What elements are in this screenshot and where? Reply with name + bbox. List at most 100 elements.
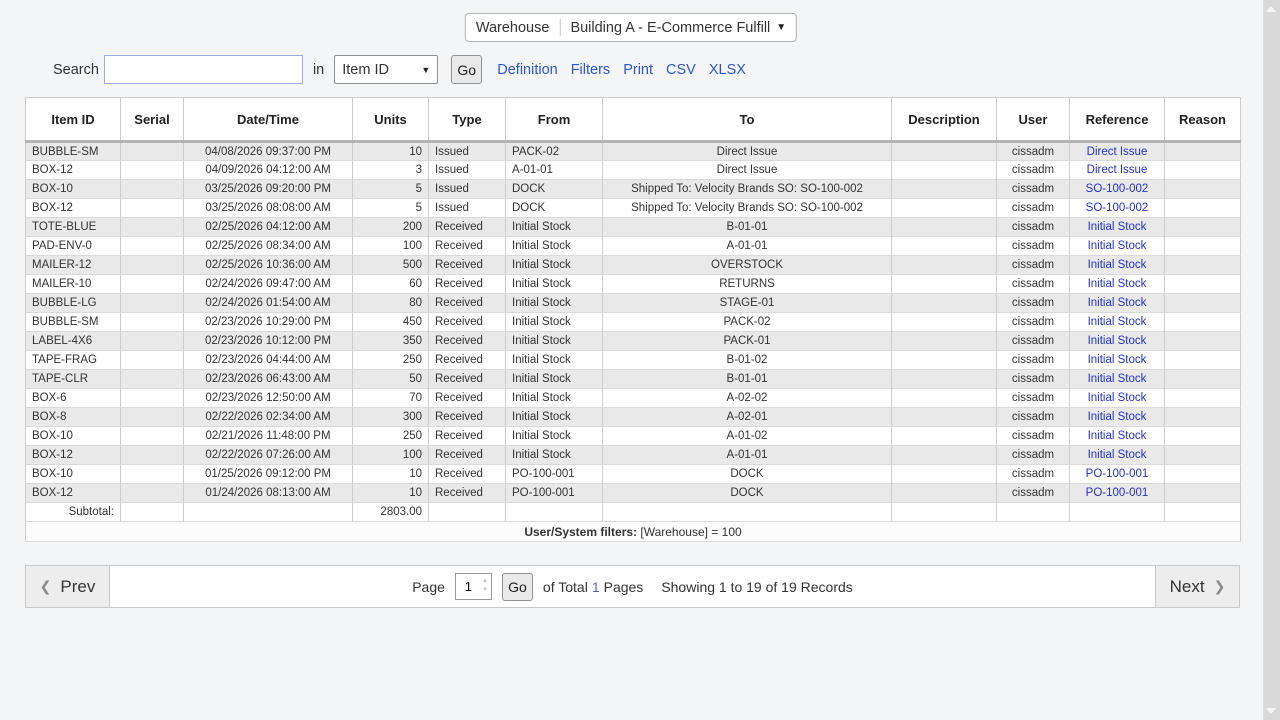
cell-units: 5	[353, 199, 429, 218]
cell-reason	[1165, 313, 1241, 332]
warehouse-selector[interactable]: Warehouse Building A - E-Commerce Fulfil…	[465, 13, 797, 42]
cell-item_id: BOX-8	[26, 408, 121, 427]
cell-reference: Initial Stock	[1070, 389, 1165, 408]
cell-from: Initial Stock	[506, 237, 603, 256]
cell-user: cissadm	[997, 351, 1070, 370]
cell-description	[892, 218, 997, 237]
reference-link[interactable]: Initial Stock	[1088, 392, 1147, 404]
cell-type: Issued	[429, 199, 506, 218]
scrollbar-down-icon[interactable]	[1266, 708, 1276, 714]
reference-link[interactable]: SO-100-002	[1086, 202, 1149, 214]
cell-type: Received	[429, 332, 506, 351]
cell-units: 3	[353, 161, 429, 180]
cell-description	[892, 256, 997, 275]
reference-link[interactable]: Initial Stock	[1088, 221, 1147, 233]
chevron-left-icon: ❮	[40, 578, 52, 595]
cell-datetime: 02/25/2026 08:34:00 AM	[184, 237, 353, 256]
xlsx-link[interactable]: XLSX	[709, 62, 746, 78]
reference-link[interactable]: SO-100-002	[1086, 183, 1149, 195]
stepper-arrows[interactable]: ▲ ▼	[482, 578, 488, 593]
reference-link[interactable]: Direct Issue	[1087, 146, 1148, 158]
cell-type: Received	[429, 465, 506, 484]
cell-reference: Initial Stock	[1070, 332, 1165, 351]
filters-link[interactable]: Filters	[571, 62, 610, 78]
subtotal-datetime-cell	[184, 503, 353, 522]
cell-user: cissadm	[997, 313, 1070, 332]
table-row: TOTE-BLUE02/25/2026 04:12:00 AM200Receiv…	[26, 218, 1241, 237]
cell-reference: Initial Stock	[1070, 218, 1165, 237]
cell-type: Issued	[429, 142, 506, 161]
cell-reason	[1165, 256, 1241, 275]
reference-link[interactable]: Initial Stock	[1088, 373, 1147, 385]
column-header-reason: Reason	[1165, 98, 1241, 142]
cell-from: A-01-01	[506, 161, 603, 180]
print-link[interactable]: Print	[623, 62, 653, 78]
page-go-button[interactable]: Go	[502, 573, 533, 601]
table-body: BUBBLE-SM04/08/2026 09:37:00 PM10IssuedP…	[26, 142, 1241, 503]
prev-button[interactable]: ❮ Prev	[26, 566, 110, 607]
column-header-item-id: Item ID	[26, 98, 121, 142]
reference-link[interactable]: Initial Stock	[1088, 297, 1147, 309]
cell-reason	[1165, 180, 1241, 199]
cell-reason	[1165, 142, 1241, 161]
cell-units: 80	[353, 294, 429, 313]
cell-to: B-01-01	[603, 370, 892, 389]
subtotal-row: Subtotal: 2803.00	[26, 503, 1241, 522]
column-header-to: To	[603, 98, 892, 142]
vertical-scrollbar[interactable]	[1263, 0, 1280, 720]
search-go-button[interactable]: Go	[451, 55, 482, 84]
cell-from: Initial Stock	[506, 256, 603, 275]
cell-from: Initial Stock	[506, 218, 603, 237]
cell-serial	[121, 161, 184, 180]
cell-to: B-01-02	[603, 351, 892, 370]
cell-reference: Initial Stock	[1070, 446, 1165, 465]
cell-from: Initial Stock	[506, 427, 603, 446]
reference-link[interactable]: Initial Stock	[1088, 278, 1147, 290]
cell-serial	[121, 446, 184, 465]
table-row: BOX-1203/25/2026 08:08:00 AM5IssuedDOCKS…	[26, 199, 1241, 218]
cell-item_id: MAILER-12	[26, 256, 121, 275]
cell-reference: Initial Stock	[1070, 256, 1165, 275]
page-number-stepper[interactable]: ▲ ▼	[455, 573, 492, 600]
reference-link[interactable]: Initial Stock	[1088, 449, 1147, 461]
cell-reference: Initial Stock	[1070, 408, 1165, 427]
reference-link[interactable]: Initial Stock	[1088, 240, 1147, 252]
prev-label: Prev	[60, 577, 95, 597]
definition-link[interactable]: Definition	[497, 62, 557, 78]
reference-link[interactable]: Initial Stock	[1088, 316, 1147, 328]
cell-reference: Direct Issue	[1070, 161, 1165, 180]
cell-datetime: 01/24/2026 08:13:00 AM	[184, 484, 353, 503]
cell-type: Received	[429, 370, 506, 389]
search-field-select[interactable]: Item ID ▼	[334, 55, 438, 84]
cell-item_id: MAILER-10	[26, 275, 121, 294]
cell-to: DOCK	[603, 484, 892, 503]
column-header-units: Units	[353, 98, 429, 142]
reference-link[interactable]: Initial Stock	[1088, 259, 1147, 271]
total-pages-value: 1	[592, 579, 600, 595]
reference-link[interactable]: PO-100-001	[1086, 468, 1149, 480]
transactions-table: Item ID Serial Date/Time Units Type From…	[25, 97, 1241, 542]
cell-reason	[1165, 199, 1241, 218]
stepper-down-icon[interactable]: ▼	[482, 587, 488, 593]
column-header-datetime: Date/Time	[184, 98, 353, 142]
csv-link[interactable]: CSV	[666, 62, 696, 78]
cell-reference: PO-100-001	[1070, 484, 1165, 503]
next-button[interactable]: Next ❯	[1155, 566, 1239, 607]
reference-link[interactable]: Initial Stock	[1088, 411, 1147, 423]
reference-link[interactable]: Initial Stock	[1088, 354, 1147, 366]
scrollbar-up-icon[interactable]	[1266, 6, 1276, 12]
cell-description	[892, 484, 997, 503]
cell-user: cissadm	[997, 218, 1070, 237]
reference-link[interactable]: Initial Stock	[1088, 335, 1147, 347]
cell-user: cissadm	[997, 484, 1070, 503]
reference-link[interactable]: Initial Stock	[1088, 430, 1147, 442]
cell-to: PACK-02	[603, 313, 892, 332]
reference-link[interactable]: Direct Issue	[1087, 164, 1148, 176]
cell-from: Initial Stock	[506, 275, 603, 294]
cell-user: cissadm	[997, 465, 1070, 484]
stepper-up-icon[interactable]: ▲	[482, 578, 488, 584]
reference-link[interactable]: PO-100-001	[1086, 487, 1149, 499]
next-label: Next	[1170, 577, 1205, 597]
cell-reference: Initial Stock	[1070, 275, 1165, 294]
search-input[interactable]	[104, 55, 303, 84]
